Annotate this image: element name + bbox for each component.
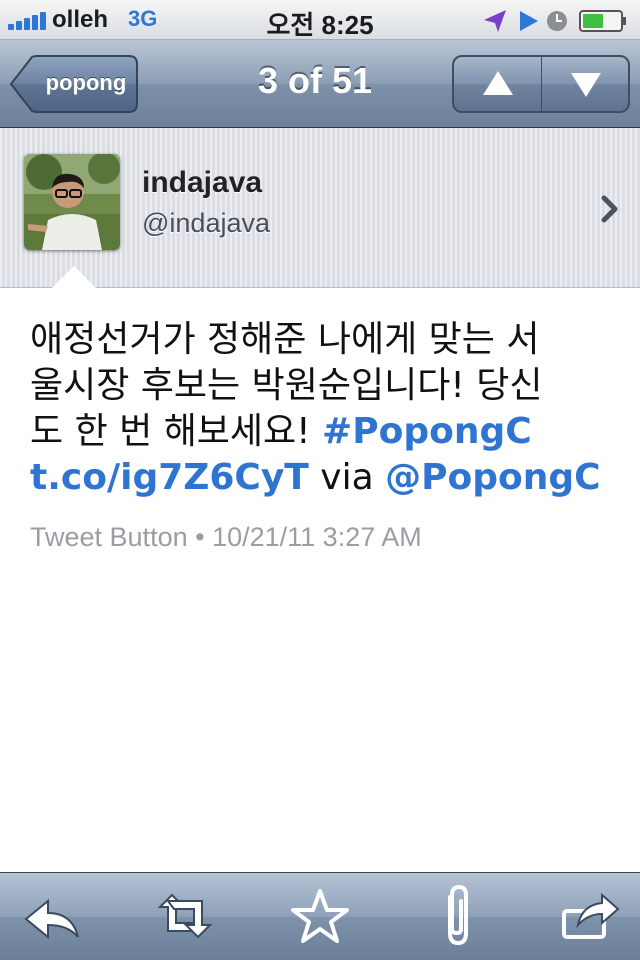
favorite-star-icon [291, 889, 349, 943]
attachment-button[interactable] [422, 883, 492, 949]
location-icon [484, 10, 506, 32]
battery-icon [579, 10, 626, 32]
user-handle: @indajava [142, 208, 270, 238]
page-title: 3 of 51 [257, 60, 373, 101]
share-button[interactable] [556, 883, 626, 949]
status-icons [482, 8, 632, 34]
arrow-up-icon [483, 71, 513, 95]
favorite-button[interactable] [285, 883, 355, 949]
user-display-name: indajava [142, 166, 263, 199]
chevron-right-icon [601, 195, 618, 223]
meta-separator: • [187, 522, 213, 552]
next-tweet-button[interactable] [542, 57, 628, 111]
retweet-icon [157, 893, 213, 939]
reply-button[interactable] [18, 883, 88, 949]
tweet-line: t.co/ig7Z6CyT via @PopongC [30, 455, 610, 501]
reply-icon [24, 898, 79, 940]
tweet-source: Tweet Button [30, 522, 188, 552]
retweet-button[interactable] [150, 883, 220, 949]
user-profile-row[interactable]: indajava @indajava [0, 128, 640, 288]
tweet-text-segment: via [308, 457, 386, 498]
arrow-down-icon [571, 73, 601, 97]
clock-icon [547, 11, 567, 31]
attachment-paperclip-icon [448, 884, 468, 946]
tweet-meta: Tweet Button • 10/21/11 3:27 AM [30, 522, 422, 553]
status-bar: olleh 3G 오전 8:25 [0, 0, 640, 40]
speech-pointer [52, 266, 96, 288]
play-icon [520, 11, 538, 31]
previous-tweet-button[interactable] [454, 57, 542, 111]
mention-link[interactable]: @PopongC [385, 457, 600, 498]
tweet-line: 애정선거가 정해준 나에게 맞는 서 [30, 319, 540, 360]
tweet-line: 울시장 후보는 박원순입니다! 당신 [30, 365, 543, 406]
back-button-label: popong [45, 70, 127, 95]
hashtag-link[interactable]: #PopongC [322, 411, 532, 452]
back-button[interactable]: popong [10, 55, 138, 113]
tweet-line: 도 한 번 해보세요! #PopongC [30, 409, 610, 455]
bottom-toolbar [0, 872, 640, 960]
navigation-bar: popong 3 of 51 [0, 40, 640, 128]
url-link[interactable]: t.co/ig7Z6CyT [30, 457, 309, 498]
tweet-text-segment: 도 한 번 해보세요! [30, 411, 323, 452]
tweet-text: 애정선거가 정해준 나에게 맞는 서 울시장 후보는 박원순입니다! 당신 도 … [30, 317, 610, 501]
tweet-timestamp: 10/21/11 3:27 AM [212, 522, 422, 552]
prev-next-segmented-control [452, 55, 630, 113]
share-icon [562, 892, 620, 939]
avatar[interactable] [24, 154, 120, 250]
